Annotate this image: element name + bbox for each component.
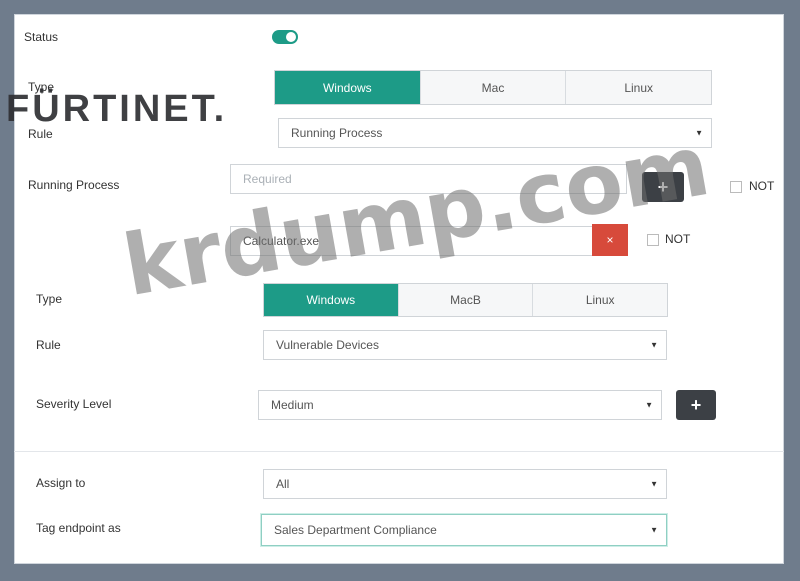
severity-select-value: Medium <box>271 398 314 412</box>
assign-to-label: Assign to <box>36 476 86 490</box>
type-mac-option[interactable]: Mac <box>421 71 567 104</box>
type2-mac-option[interactable]: MacB <box>399 284 534 316</box>
rule-select-value: Running Process <box>291 126 383 140</box>
severity-level-label: Severity Level <box>36 397 112 411</box>
tag-endpoint-label: Tag endpoint as <box>36 521 121 535</box>
type-segmented-control: Windows Mac Linux <box>274 70 712 105</box>
section-divider <box>14 451 784 452</box>
not-checkbox-2[interactable] <box>647 234 659 246</box>
process-input-placeholder: Required <box>243 172 292 186</box>
toggle-knob <box>286 32 296 42</box>
type-segmented-control-2: Windows MacB Linux <box>263 283 668 317</box>
rule-label: Rule <box>28 127 53 141</box>
type-linux-option[interactable]: Linux <box>566 71 711 104</box>
tag-select-value: Sales Department Compliance <box>274 523 437 537</box>
status-label: Status <box>24 30 59 44</box>
not-label: NOT <box>749 179 775 193</box>
status-toggle[interactable] <box>272 30 298 44</box>
chevron-down-icon: ▼ <box>650 340 658 350</box>
chevron-down-icon: ▼ <box>650 525 658 535</box>
not-label-2: NOT <box>665 232 691 246</box>
rule-label-2: Rule <box>36 338 61 352</box>
tag-endpoint-select[interactable]: Sales Department Compliance ▼ <box>261 514 667 546</box>
rule-select-2[interactable]: Vulnerable Devices ▼ <box>263 330 667 360</box>
type-label-2: Type <box>36 292 63 306</box>
type2-linux-option[interactable]: Linux <box>533 284 667 316</box>
rule2-select-value: Vulnerable Devices <box>276 338 379 352</box>
running-process-label: Running Process <box>28 178 120 192</box>
severity-select[interactable]: Medium ▼ <box>258 390 662 420</box>
chevron-down-icon: ▼ <box>645 400 653 410</box>
type2-windows-option[interactable]: Windows <box>264 284 399 316</box>
not-checkbox[interactable] <box>730 181 742 193</box>
add-severity-button[interactable]: + <box>676 390 716 420</box>
assign-to-select[interactable]: All ▼ <box>263 469 667 499</box>
fortinet-logo: FÜRTINET. <box>6 88 228 130</box>
assign-select-value: All <box>276 477 290 491</box>
chevron-down-icon: ▼ <box>650 479 658 489</box>
type-windows-option[interactable]: Windows <box>275 71 421 104</box>
